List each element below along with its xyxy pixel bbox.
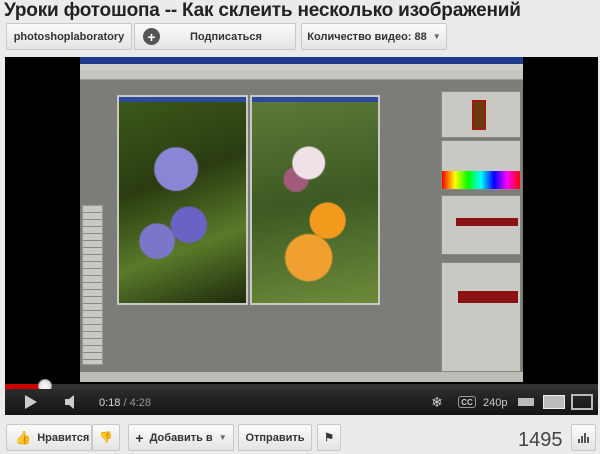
add-label: Добавить в [149, 431, 213, 444]
player-controls: 0:18 / 4:28 ❄ CC 240p [5, 389, 598, 415]
flag-icon: ⚑ [324, 432, 334, 444]
video-frame-layers-panel [441, 262, 521, 372]
dislike-button[interactable]: 👎 [92, 424, 120, 451]
large-player-icon[interactable] [543, 395, 565, 409]
video-frame-toolbox [82, 205, 103, 365]
share-button[interactable]: Отправить [238, 424, 312, 451]
subscribe-button[interactable]: + Подписаться [134, 23, 296, 50]
fullscreen-icon[interactable] [571, 394, 593, 410]
duration: 4:28 [129, 397, 152, 409]
time-display: 0:18 / 4:28 [99, 397, 151, 409]
stats-icon [578, 432, 589, 443]
video-title: Уроки фотошопа -- Как склеить несколько … [4, 0, 521, 21]
current-time: 0:18 [99, 397, 121, 409]
small-player-icon[interactable] [518, 398, 534, 406]
plus-icon: + [143, 28, 160, 45]
video-count-dropdown[interactable]: Количество видео: 88 ▼ [301, 23, 447, 50]
chevron-down-icon: ▼ [432, 32, 441, 41]
stats-button[interactable] [571, 424, 596, 451]
video-frame-color-panel [441, 140, 521, 190]
flag-button[interactable]: ⚑ [317, 424, 341, 451]
video-frame-titlebar [80, 57, 523, 64]
add-to-button[interactable]: + Добавить в ▼ [128, 424, 234, 451]
thumbs-down-icon: 👎 [99, 432, 113, 444]
video-player[interactable] [5, 57, 598, 415]
volume-icon[interactable] [63, 394, 81, 410]
play-icon[interactable] [23, 394, 39, 410]
snowflake-icon[interactable]: ❄ [428, 393, 446, 411]
view-count: 1495 [518, 429, 563, 451]
chevron-down-icon: ▼ [218, 433, 227, 442]
video-frame-statusbar [80, 372, 523, 382]
time-separator: / [120, 397, 130, 409]
like-label: Нравится [37, 431, 90, 444]
video-count-label: Количество видео: 88 [307, 30, 427, 43]
subscribe-label: Подписаться [190, 30, 262, 43]
quality-button[interactable]: 240p [483, 397, 507, 409]
plus-icon: + [135, 429, 144, 446]
video-frame [80, 57, 523, 382]
video-frame-iris-orange-image [250, 95, 380, 305]
video-frame-iris-blue-image [117, 95, 248, 305]
channel-name-button[interactable]: photoshoplaboratory [6, 23, 132, 50]
like-button[interactable]: 👍 Нравится [6, 424, 92, 451]
video-frame-history-panel [441, 195, 521, 255]
video-frame-navigator-panel [441, 91, 521, 138]
captions-button[interactable]: CC [458, 396, 476, 408]
video-frame-options-bar [80, 70, 523, 80]
thumbs-up-icon: 👍 [15, 429, 32, 445]
